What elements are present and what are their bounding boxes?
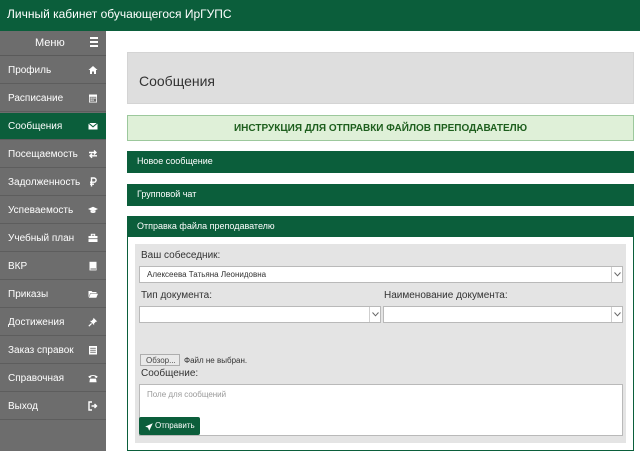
page-title: Сообщения	[139, 73, 215, 89]
group-chat-panel-header[interactable]: Групповой чат	[127, 184, 634, 206]
send-button-label: Отправить	[155, 421, 195, 430]
doc-name-select[interactable]	[383, 306, 623, 323]
panel-title: Новое сообщение	[137, 156, 213, 166]
send-file-form: Ваш собеседник: Алексеева Татьяна Леонид…	[135, 244, 626, 443]
graduation-cap-icon	[88, 205, 98, 215]
sidebar-item-label: ВКР	[8, 261, 28, 272]
sidebar-item-label: Достижения	[8, 317, 65, 328]
sidebar-item-label: Приказы	[8, 289, 49, 300]
interlocutor-value: Алексеева Татьяна Леонидовна	[147, 270, 267, 279]
sidebar: Меню Профиль Расписание Сообщения Посеща…	[0, 31, 106, 451]
chevron-down-icon	[369, 307, 380, 322]
menu-label: Меню	[35, 37, 65, 49]
message-label: Сообщение:	[141, 368, 199, 379]
doc-name-label: Наименование документа:	[384, 290, 508, 301]
sidebar-item-attendance[interactable]: Посещаемость	[0, 141, 106, 168]
sidebar-item-messages[interactable]: Сообщения	[0, 113, 106, 140]
book-icon	[88, 261, 98, 271]
sidebar-item-performance[interactable]: Успеваемость	[0, 197, 106, 224]
hamburger-icon	[90, 37, 98, 47]
sidebar-item-label: Заказ справок	[8, 345, 74, 356]
send-file-panel-header[interactable]: Отправка файла преподавателю	[127, 216, 634, 238]
swap-arrows-icon	[88, 149, 98, 159]
doc-type-label: Тип документа:	[141, 290, 212, 301]
phone-icon	[88, 373, 98, 383]
panel-title: Отправка файла преподавателю	[137, 221, 275, 231]
instruction-link[interactable]: ИНСТРУКЦИЯ ДЛЯ ОТПРАВКИ ФАЙЛОВ ПРЕПОДАВА…	[127, 115, 634, 141]
sidebar-item-label: Посещаемость	[8, 149, 78, 160]
sidebar-item-label: Учебный план	[8, 233, 75, 244]
app-title: Личный кабинет обучающегося ИрГУПС	[7, 7, 232, 21]
sidebar-item-study-plan[interactable]: Учебный план	[0, 225, 106, 252]
menu-toggle[interactable]: Меню	[0, 31, 106, 56]
interlocutor-select[interactable]: Алексеева Татьяна Леонидовна	[139, 266, 623, 283]
sidebar-item-certificates[interactable]: Заказ справок	[0, 337, 106, 364]
top-header: Личный кабинет обучающегося ИрГУПС	[0, 0, 640, 31]
sidebar-item-label: Расписание	[8, 93, 64, 104]
sidebar-item-label: Задолженность	[8, 177, 81, 188]
main-content: Сообщения ИНСТРУКЦИЯ ДЛЯ ОТПРАВКИ ФАЙЛОВ…	[106, 31, 640, 451]
file-status: Файл не выбран.	[184, 356, 248, 365]
list-icon	[88, 345, 98, 355]
envelope-icon	[88, 121, 98, 131]
doc-type-select[interactable]	[139, 306, 381, 323]
sidebar-item-schedule[interactable]: Расписание	[0, 85, 106, 112]
instruction-link-label: ИНСТРУКЦИЯ ДЛЯ ОТПРАВКИ ФАЙЛОВ ПРЕПОДАВА…	[233, 123, 528, 134]
page-title-box: Сообщения	[127, 52, 634, 104]
sidebar-item-label: Справочная	[8, 373, 65, 384]
sidebar-item-label: Выход	[8, 401, 38, 412]
message-placeholder: Поле для сообщений	[147, 390, 227, 399]
sidebar-item-thesis[interactable]: ВКР	[0, 253, 106, 280]
sidebar-item-label: Сообщения	[8, 121, 63, 132]
sign-out-icon	[88, 401, 98, 411]
ruble-icon	[88, 177, 98, 187]
new-message-panel-header[interactable]: Новое сообщение	[127, 151, 634, 173]
briefcase-icon	[88, 233, 98, 243]
folder-open-icon	[88, 289, 98, 299]
sidebar-item-debt[interactable]: Задолженность	[0, 169, 106, 196]
chevron-down-icon	[611, 267, 622, 282]
sidebar-item-help-desk[interactable]: Справочная	[0, 365, 106, 392]
sidebar-item-achievements[interactable]: Достижения	[0, 309, 106, 336]
interlocutor-label: Ваш собеседник:	[141, 250, 221, 261]
sidebar-item-logout[interactable]: Выход	[0, 393, 106, 420]
chevron-down-icon	[611, 307, 622, 322]
sidebar-item-label: Профиль	[8, 65, 52, 76]
calendar-icon	[88, 93, 98, 103]
send-button[interactable]: Отправить	[139, 417, 200, 435]
file-browse-button[interactable]: Обзор...	[140, 354, 180, 366]
sidebar-item-profile[interactable]: Профиль	[0, 57, 106, 84]
home-icon	[88, 65, 98, 75]
sidebar-item-label: Успеваемость	[8, 205, 74, 216]
send-icon	[145, 422, 153, 434]
message-textarea[interactable]: Поле для сообщений	[139, 384, 623, 436]
pin-icon	[88, 317, 98, 327]
file-browse-label: Обзор...	[146, 356, 176, 365]
panel-title: Групповой чат	[137, 189, 197, 199]
sidebar-item-orders[interactable]: Приказы	[0, 281, 106, 308]
send-file-panel-body: Ваш собеседник: Алексеева Татьяна Леонид…	[127, 237, 634, 451]
